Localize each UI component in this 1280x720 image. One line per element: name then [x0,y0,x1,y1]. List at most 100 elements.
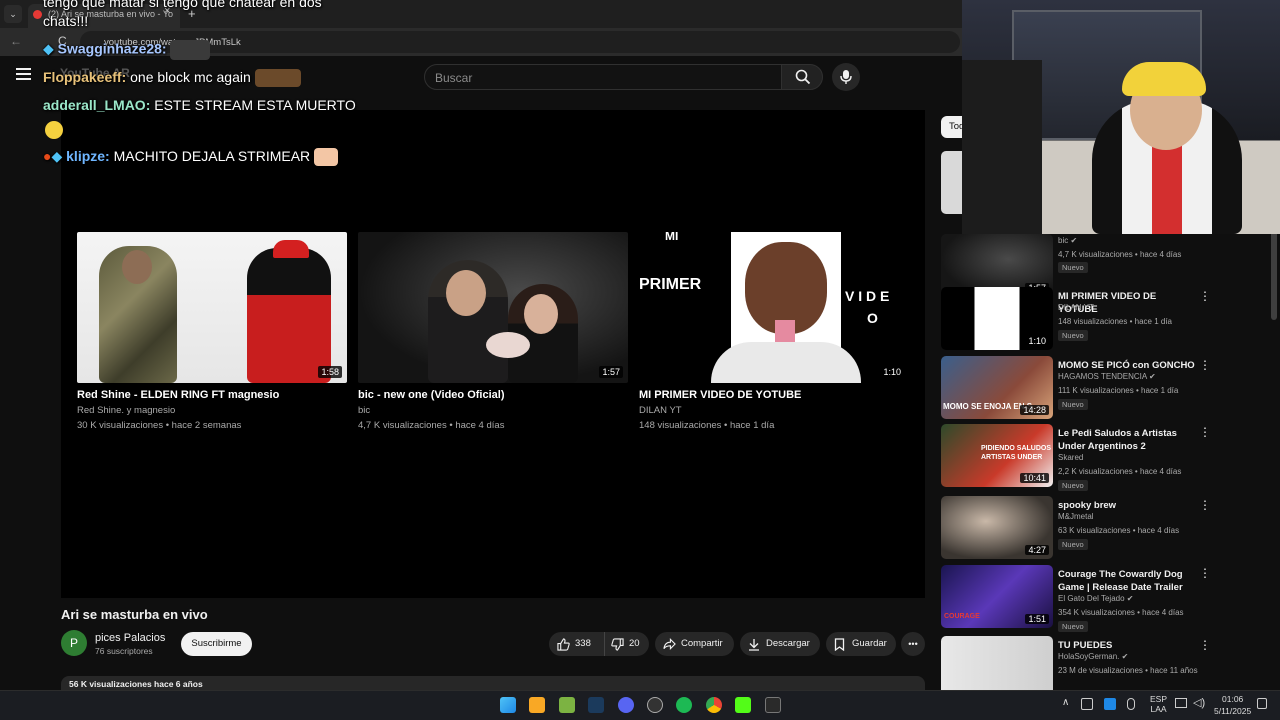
tab-list-button[interactable]: ⌄ [4,5,22,23]
rec-title[interactable]: spooky brew [1058,499,1198,512]
app-icon[interactable] [647,697,663,713]
more-vert-icon[interactable]: ⋮ [1199,425,1211,439]
language-indicator[interactable]: ESP LAA [1150,694,1167,714]
badge-icon: ◆ [43,40,54,57]
file-explorer-icon[interactable] [529,697,545,713]
rec-meta: 63 K visualizaciones • hace 4 días [1058,526,1180,535]
rec-thumbnail[interactable]: 4:27 [941,496,1053,559]
duration-badge: 4:27 [1025,545,1049,555]
rec-title[interactable]: Courage The Cowardly Dog Game | Release … [1058,568,1198,594]
new-badge: Nuevo [1058,262,1088,273]
rec-thumbnail[interactable]: MOMO SE ENOJA EN S 14:28 [941,356,1053,419]
endcard-meta: 4,7 K visualizaciones • hace 4 días [358,420,505,431]
rec-thumbnail[interactable]: 1:10 [941,287,1053,350]
tray-icon[interactable] [1081,698,1093,710]
search-icon [795,69,811,85]
thumbnail-text: COURAGE [944,613,980,620]
rec-thumbnail[interactable]: PIDIENDO SALUDOS ARTISTAS UNDER 10:41 [941,424,1053,487]
tray-icon[interactable] [1104,698,1116,710]
more-vert-icon[interactable]: ⋮ [1199,358,1211,372]
app-icon[interactable] [559,697,575,713]
new-badge: Nuevo [1058,399,1088,410]
endcard-thumbnail[interactable]: MI PRIMER V I D E O 1:10 [639,232,909,383]
more-vert-icon[interactable]: ⋮ [1199,498,1211,512]
hamburger-menu-icon[interactable] [16,68,32,82]
search-input[interactable]: Buscar [424,64,782,90]
duration-badge: 1:57 [599,366,623,378]
recommended-video[interactable]: 1:10 MI PRIMER VIDEO DE YOTUBE DILAN YT … [941,287,1261,351]
endcard-thumbnail[interactable]: 1:57 [358,232,628,383]
channel-name[interactable]: pices Palacios [95,632,165,644]
rec-channel: Skared [1058,453,1084,462]
recommended-video[interactable]: MOMO SE ENOJA EN S 14:28 MOMO SE PICÓ co… [941,356,1261,420]
rec-thumbnail[interactable]: COURAGE 1:51 [941,565,1053,628]
address-bar[interactable]: youtube.com/wat... ...JPMmTsLk [80,31,960,53]
volume-icon[interactable]: ◁) [1193,696,1205,709]
recommended-video[interactable]: 4:27 spooky brew M&Jmetal 63 K visualiza… [941,496,1261,560]
voice-search-button[interactable] [832,63,860,91]
rec-title[interactable]: Le Pedi Saludos a Artistas Under Argenti… [1058,427,1198,453]
download-button[interactable]: Descargar [740,632,820,656]
recommended-video[interactable]: COURAGE 1:51 Courage The Cowardly Dog Ga… [941,565,1261,632]
description-box[interactable]: 56 K visualizaciones hace 6 años [61,676,925,690]
recommended-video[interactable]: PIDIENDO SALUDOS ARTISTAS UNDER 10:41 Le… [941,424,1261,491]
rec-title[interactable]: TU PUEDES [1058,639,1198,652]
thumbnail-text: V I D E [845,288,890,304]
endcard-video[interactable]: 1:57 bic - new one (Video Oficial) bic 4… [358,232,628,431]
duration-badge: 1:51 [1025,614,1049,624]
description-meta: 56 K visualizaciones hace 6 años [69,679,203,689]
chat-username: klipze: [66,148,110,164]
endcard-title[interactable]: bic - new one (Video Oficial) [358,389,628,401]
new-badge: Nuevo [1058,330,1088,341]
chat-message: adderall_LMAO: ESTE STREAM ESTA MUERTO [43,97,356,113]
rec-meta: 4,7 K visualizaciones • hace 4 días [1058,250,1182,259]
dislike-button[interactable]: 20 [605,632,640,656]
spotify-icon[interactable] [676,697,692,713]
thumbnail-text: O [867,310,878,326]
more-actions-button[interactable]: ••• [901,632,925,656]
more-vert-icon[interactable]: ⋮ [1199,289,1211,303]
chat-username: Swagginhaze28: [57,40,167,57]
rec-title[interactable]: MOMO SE PICÓ con GONCHO [1058,359,1198,372]
rec-meta: 111 K visualizaciones • hace 1 día [1058,386,1179,395]
new-badge: Nuevo [1058,621,1088,632]
microphone-icon [840,70,852,84]
endcard-title[interactable]: Red Shine - ELDEN RING FT magnesio [77,389,347,401]
endcard-video[interactable]: MI PRIMER V I D E O 1:10 MI PRIMER VIDEO… [639,232,909,431]
channel-avatar[interactable]: P [61,630,87,656]
discord-icon[interactable] [618,697,634,713]
steam-icon[interactable] [588,697,604,713]
like-button[interactable]: 338 [549,632,605,656]
subscriber-count: 76 suscriptores [95,646,153,656]
emote-icon [254,69,301,88]
chat-message: Floppakeeff: one block mc again [43,69,301,88]
chrome-icon[interactable] [706,697,722,713]
search-placeholder: Buscar [435,71,473,85]
search-button[interactable] [781,64,823,90]
screen: ⌄ (2) Ari se masturba en vivo - Yo × + ←… [0,0,1280,720]
endcard-thumbnail[interactable]: 1:58 [77,232,347,383]
subscribe-button[interactable]: Suscribirme [181,632,252,656]
microphone-tray-icon[interactable] [1127,698,1135,710]
share-button[interactable]: Compartir [655,632,734,656]
back-button[interactable]: ← [10,34,22,48]
notification-icon[interactable] [1257,698,1267,709]
endcard-meta: 30 K visualizaciones • hace 2 semanas [77,420,242,431]
save-button[interactable]: Guardar [826,632,896,656]
save-label: Guardar [852,638,887,649]
rec-channel: El Gato Del Tejado ✔ [1058,594,1134,603]
verified-icon: ✔ [1126,594,1134,603]
start-icon[interactable] [500,697,516,713]
video-title: Ari se masturba en vivo [61,607,208,622]
epic-games-icon[interactable] [765,697,781,713]
more-vert-icon[interactable]: ⋮ [1199,566,1211,580]
endcard-title[interactable]: MI PRIMER VIDEO DE YOTUBE [639,389,909,401]
clock-time[interactable]: 01:06 [1222,694,1243,704]
more-vert-icon[interactable]: ⋮ [1199,638,1211,652]
verified-icon: ✔ [1070,236,1078,245]
kick-icon[interactable] [735,697,751,713]
tray-arrow-icon[interactable]: ∧ [1062,697,1069,708]
endcard-video[interactable]: 1:58 Red Shine - ELDEN RING FT magnesio … [77,232,347,431]
clock-date[interactable]: 5/11/2025 [1214,706,1251,716]
network-icon[interactable] [1175,698,1187,708]
